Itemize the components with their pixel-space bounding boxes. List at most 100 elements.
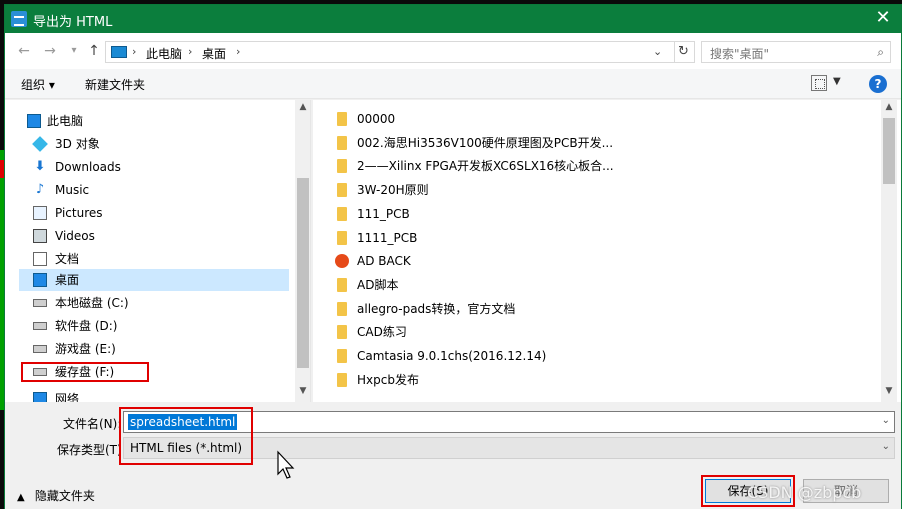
file-name: Hxpcb发布 bbox=[357, 373, 419, 387]
file-list-scroll-thumb[interactable] bbox=[883, 118, 895, 184]
sidebar-item-desktop[interactable]: 桌面 bbox=[19, 269, 289, 291]
breadcrumb-this-pc[interactable]: 此电脑 bbox=[146, 45, 182, 62]
chevron-right-icon[interactable]: › bbox=[132, 45, 136, 58]
navigation-bar: ← → ▾ ↑ › 此电脑 › 桌面 › ⌄ ↻ 搜索"桌面" ⌕ bbox=[5, 33, 901, 69]
cube-icon bbox=[32, 136, 48, 152]
list-item[interactable]: 111_PCB bbox=[337, 203, 877, 225]
folder-icon bbox=[337, 183, 347, 197]
list-item[interactable]: 2——Xilinx FPGA开发板XC6SLX16核心板合... bbox=[337, 155, 877, 177]
folder-icon bbox=[337, 349, 347, 363]
video-icon bbox=[33, 229, 47, 243]
hide-folders-label: 隐藏文件夹 bbox=[34, 489, 95, 503]
sidebar-item-drive-c[interactable]: 本地磁盘 (C:) bbox=[19, 292, 289, 314]
folder-icon bbox=[337, 231, 347, 245]
new-folder-button[interactable]: 新建文件夹 bbox=[85, 76, 145, 93]
folder-icon bbox=[337, 302, 347, 316]
drive-icon bbox=[33, 299, 47, 307]
file-name: 111_PCB bbox=[357, 207, 410, 221]
close-icon[interactable]: ✕ bbox=[873, 8, 893, 28]
sidebar-item-label: 游戏盘 (E:) bbox=[55, 342, 116, 356]
sidebar-item-this-pc[interactable]: 此电脑 bbox=[19, 110, 289, 132]
list-item[interactable]: Hxpcb发布 bbox=[337, 369, 877, 391]
command-toolbar: 组织 ▾ 新建文件夹 ▼ ? bbox=[5, 69, 901, 99]
list-item[interactable]: Camtasia 9.0.1chs(2016.12.14) bbox=[337, 345, 877, 367]
folder-icon bbox=[337, 373, 347, 387]
sidebar-item-drive-d[interactable]: 软件盘 (D:) bbox=[19, 315, 289, 337]
scroll-down-icon[interactable]: ▼ bbox=[295, 386, 310, 396]
highlight-box-fields bbox=[119, 407, 253, 465]
up-arrow-icon[interactable]: ↑ bbox=[85, 42, 103, 60]
search-placeholder: 搜索"桌面" bbox=[710, 47, 770, 61]
sidebar-item-music[interactable]: ♪ Music bbox=[19, 179, 289, 201]
chevron-right-icon[interactable]: › bbox=[188, 45, 192, 58]
file-name: allegro-pads转换，官方文档 bbox=[357, 302, 516, 316]
computer-icon bbox=[27, 114, 41, 128]
file-name: Camtasia 9.0.1chs(2016.12.14) bbox=[357, 349, 547, 363]
breadcrumb-desktop[interactable]: 桌面 bbox=[202, 45, 226, 62]
sidebar-item-label: Pictures bbox=[55, 206, 103, 220]
back-arrow-icon[interactable]: ← bbox=[15, 42, 33, 60]
hide-folders-toggle[interactable]: ▲ 隐藏文件夹 bbox=[17, 487, 95, 504]
list-item[interactable]: CAD练习 bbox=[337, 321, 877, 343]
list-item[interactable]: AD脚本 bbox=[337, 274, 877, 296]
recent-dropdown-icon[interactable]: ▾ bbox=[65, 42, 83, 60]
folder-icon bbox=[337, 207, 347, 221]
chevron-down-icon[interactable]: ⌄ bbox=[882, 415, 890, 426]
file-name: AD脚本 bbox=[357, 278, 399, 292]
sidebar-item-label: Videos bbox=[55, 229, 95, 243]
scroll-up-icon[interactable]: ▲ bbox=[881, 102, 897, 112]
organize-button[interactable]: 组织 ▾ bbox=[21, 76, 55, 93]
computer-icon bbox=[111, 46, 127, 58]
chevron-down-icon[interactable]: ⌄ bbox=[882, 441, 890, 452]
list-item[interactable]: allegro-pads转换，官方文档 bbox=[337, 298, 877, 320]
list-item[interactable]: 3W-20H原则 bbox=[337, 179, 877, 201]
address-bar[interactable]: › 此电脑 › 桌面 › ⌄ bbox=[105, 41, 675, 63]
view-dropdown-icon[interactable]: ▼ bbox=[833, 76, 841, 87]
watermark-text: CSDN @zbpcb bbox=[747, 483, 862, 502]
sidebar-item-label: 桌面 bbox=[55, 273, 80, 287]
help-icon[interactable]: ? bbox=[869, 75, 887, 93]
sidebar-item-label: 文档 bbox=[55, 252, 80, 266]
sidebar-item-drive-e[interactable]: 游戏盘 (E:) bbox=[19, 338, 289, 360]
refresh-icon[interactable]: ↻ bbox=[673, 41, 695, 63]
sidebar-scroll-thumb[interactable] bbox=[297, 178, 309, 368]
view-grid-icon[interactable] bbox=[811, 75, 827, 91]
title-bar: 导出为 HTML ✕ bbox=[5, 5, 901, 33]
sidebar-item-downloads[interactable]: ⬇ Downloads bbox=[19, 156, 289, 178]
file-list-scrollbar[interactable]: ▲ ▼ bbox=[881, 100, 897, 402]
sidebar-item-pictures[interactable]: Pictures bbox=[19, 202, 289, 224]
chevron-down-icon[interactable]: ⌄ bbox=[653, 45, 662, 58]
sidebar-scrollbar[interactable]: ▲ ▼ bbox=[295, 100, 310, 402]
save-form: 文件名(N): spreadsheet.html ⌄ 保存类型(T): HTML… bbox=[5, 403, 901, 509]
scroll-down-icon[interactable]: ▼ bbox=[881, 386, 897, 396]
list-item[interactable]: 002.海思Hi3536V100硬件原理图及PCB开发... bbox=[337, 132, 877, 154]
sidebar-item-label: 本地磁盘 (C:) bbox=[55, 296, 129, 310]
folder-icon bbox=[337, 112, 347, 126]
list-item[interactable]: 1111_PCB bbox=[337, 227, 877, 249]
save-dialog: 导出为 HTML ✕ ← → ▾ ↑ › 此电脑 › 桌面 › ⌄ ↻ 搜索"桌… bbox=[4, 4, 902, 509]
list-item[interactable]: 00000 bbox=[337, 108, 877, 130]
list-item[interactable]: AD BACK bbox=[335, 250, 877, 272]
file-name: 002.海思Hi3536V100硬件原理图及PCB开发... bbox=[357, 136, 614, 150]
sidebar-item-documents[interactable]: 文档 bbox=[19, 248, 289, 270]
chevron-up-icon: ▲ bbox=[17, 492, 25, 503]
file-name: CAD练习 bbox=[357, 325, 407, 339]
search-icon[interactable]: ⌕ bbox=[877, 45, 884, 60]
filetype-label: 保存类型(T): bbox=[57, 443, 126, 457]
sidebar-item-videos[interactable]: Videos bbox=[19, 225, 289, 247]
sidebar-item-label: 此电脑 bbox=[47, 114, 84, 128]
navigation-pane: 此电脑 3D 对象 ⬇ Downloads ♪ Music Pictures V… bbox=[5, 100, 311, 402]
window-title: 导出为 HTML bbox=[33, 15, 113, 30]
sidebar-item-network[interactable]: 网络 bbox=[19, 388, 289, 402]
sidebar-item-3d-objects[interactable]: 3D 对象 bbox=[19, 133, 289, 155]
document-icon bbox=[33, 252, 47, 266]
search-input[interactable]: 搜索"桌面" ⌕ bbox=[701, 41, 891, 63]
forward-arrow-icon[interactable]: → bbox=[41, 42, 59, 60]
picture-icon bbox=[33, 206, 47, 220]
file-name: 1111_PCB bbox=[357, 231, 418, 245]
chevron-right-icon[interactable]: › bbox=[236, 45, 240, 58]
highlight-box-desktop bbox=[21, 362, 149, 382]
file-name: 00000 bbox=[357, 112, 396, 126]
file-name: 2——Xilinx FPGA开发板XC6SLX16核心板合... bbox=[357, 159, 614, 173]
scroll-up-icon[interactable]: ▲ bbox=[295, 102, 310, 112]
